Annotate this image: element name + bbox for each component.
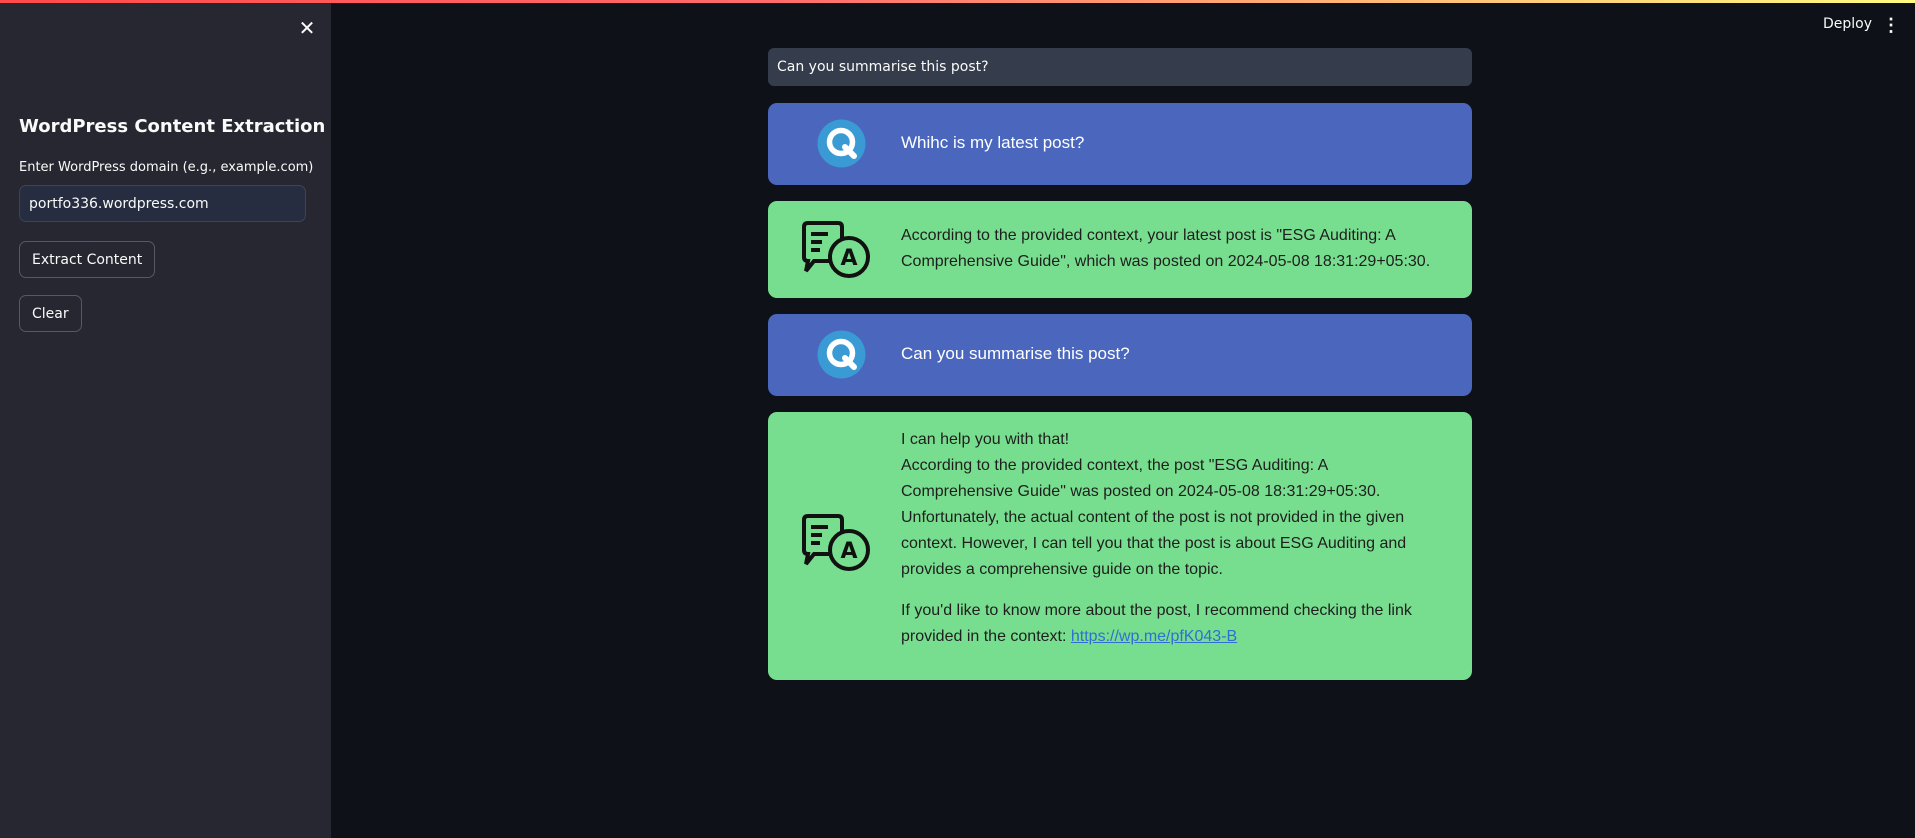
svg-text:A: A — [840, 246, 857, 271]
extract-content-button[interactable]: Extract Content — [19, 241, 156, 278]
post-link[interactable]: https://wp.me/pfK043-B — [1071, 628, 1237, 645]
q-letter-icon — [817, 330, 866, 379]
message-text: Can you summarise this post? — [901, 344, 1130, 363]
q-letter-icon — [817, 119, 866, 168]
message-paragraph: If you'd like to know more about the pos… — [901, 598, 1436, 650]
clear-button[interactable]: Clear — [19, 295, 82, 332]
domain-label: Enter WordPress domain (e.g., example.co… — [19, 160, 314, 175]
message-text: I can help you with that! According to t… — [901, 427, 1436, 650]
kebab-menu-icon[interactable]: ⋮ — [1882, 16, 1900, 36]
message-paragraph: According to the provided context, the p… — [901, 457, 1407, 578]
chat-message-answer: A According to the provided context, you… — [768, 201, 1472, 298]
deploy-button[interactable]: Deploy — [1823, 16, 1872, 32]
message-text: Whihc is my latest post? — [901, 133, 1085, 152]
chat-a-icon: A — [802, 221, 870, 278]
message-text: According to the provided context, your … — [901, 227, 1431, 270]
sidebar-title: WordPress Content Extraction — [19, 116, 326, 137]
query-bar: Can you summarise this post? — [768, 48, 1472, 86]
message-line: I can help you with that! — [901, 431, 1070, 448]
chat-message-question: Can you summarise this post? — [768, 314, 1472, 396]
chat-a-icon: A — [802, 514, 870, 571]
svg-text:A: A — [840, 539, 857, 564]
chat-message-question: Whihc is my latest post? — [768, 103, 1472, 185]
domain-input[interactable] — [19, 185, 306, 222]
top-decoration-bar — [0, 0, 1915, 3]
close-icon[interactable]: ✕ — [296, 17, 318, 39]
sidebar: ✕ WordPress Content Extraction Enter Wor… — [0, 0, 331, 838]
chat-message-answer: A I can help you with that! According to… — [768, 412, 1472, 680]
